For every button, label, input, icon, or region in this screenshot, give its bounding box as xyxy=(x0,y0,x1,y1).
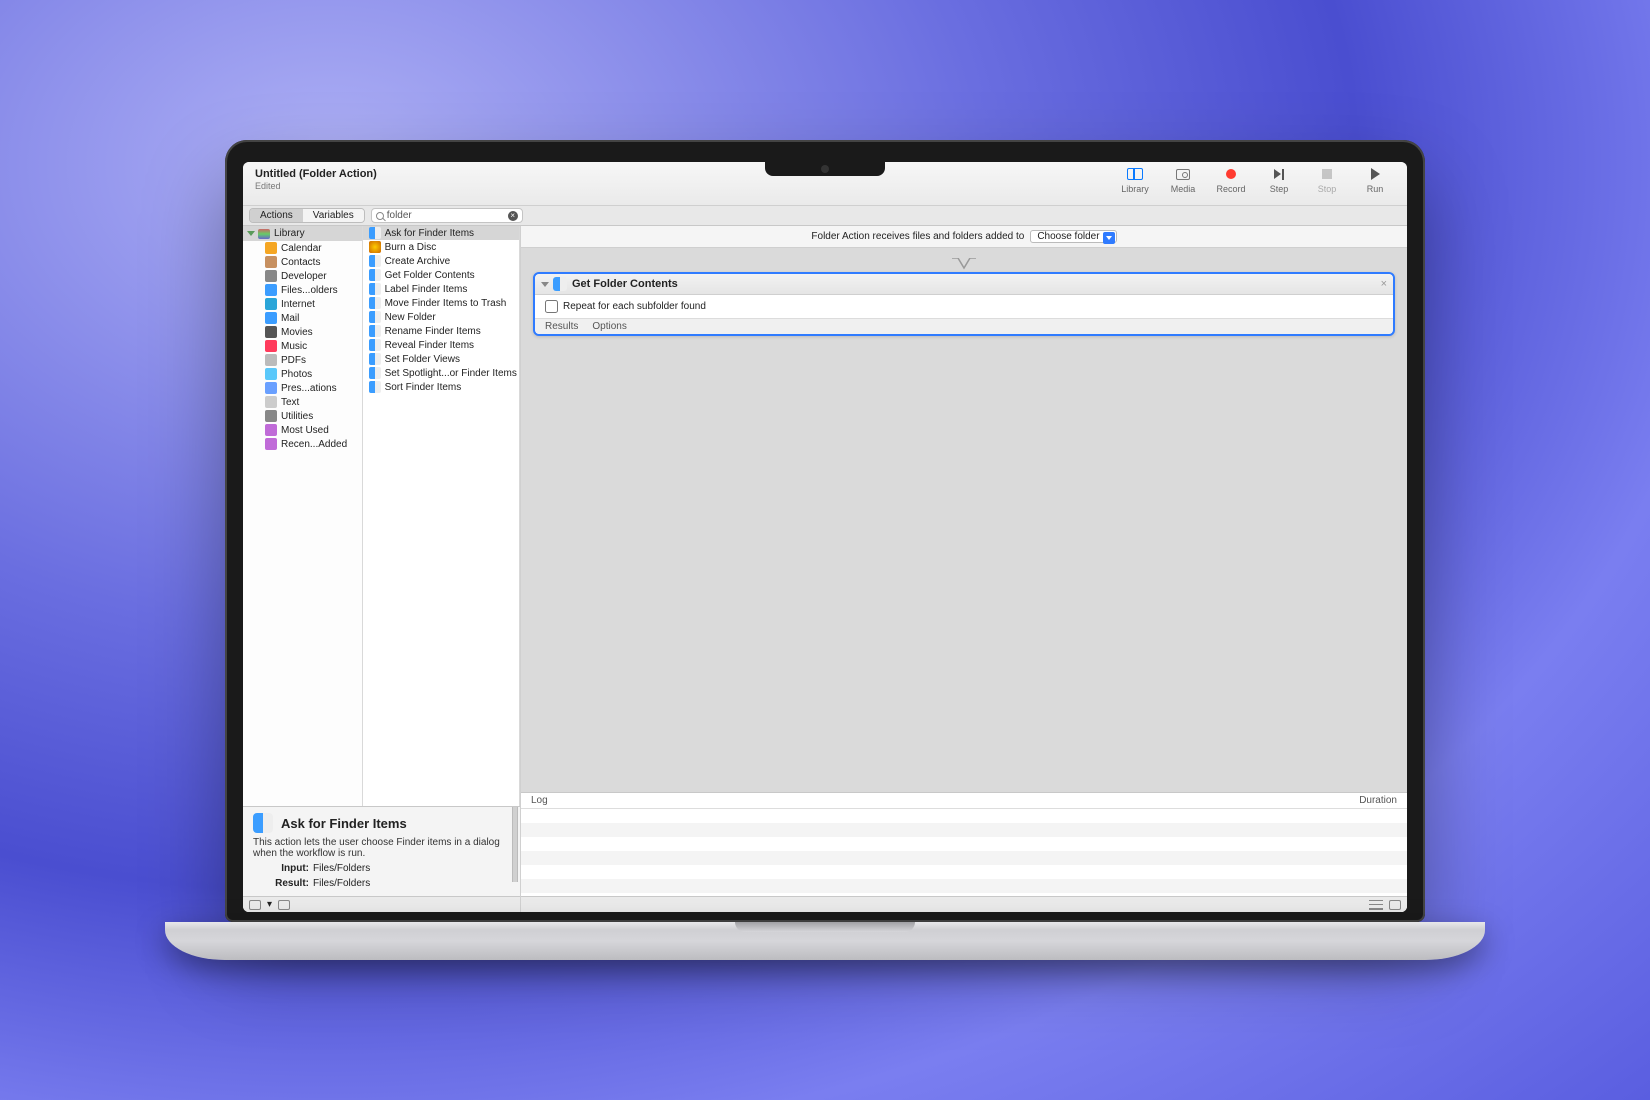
media-icon xyxy=(1176,169,1190,180)
repeat-subfolder-checkbox[interactable] xyxy=(545,300,558,313)
action-item[interactable]: Sort Finder Items xyxy=(363,380,519,394)
library-item[interactable]: PDFs xyxy=(243,353,362,367)
library-list: Library CalendarContactsDeveloperFiles..… xyxy=(243,226,363,806)
clear-search-icon[interactable]: × xyxy=(508,211,518,221)
action-card-title: Get Folder Contents xyxy=(572,278,678,290)
step-button[interactable]: Step xyxy=(1259,166,1299,194)
action-item[interactable]: New Folder xyxy=(363,310,519,324)
library-item[interactable]: Music xyxy=(243,339,362,353)
groups-icon[interactable] xyxy=(278,900,290,910)
action-item[interactable]: Ask for Finder Items xyxy=(363,226,519,240)
duration-column-header: Duration xyxy=(1359,795,1397,806)
stop-button[interactable]: Stop xyxy=(1307,166,1347,194)
workflow-canvas[interactable]: Get Folder Contents × Repeat for each su… xyxy=(521,248,1407,792)
search-input[interactable]: folder × xyxy=(371,208,523,223)
action-item[interactable]: Reveal Finder Items xyxy=(363,338,519,352)
search-value: folder xyxy=(387,210,412,221)
description-title: Ask for Finder Items xyxy=(281,816,407,831)
tab-variables[interactable]: Variables xyxy=(303,209,364,222)
log-rows xyxy=(521,809,1407,896)
library-item[interactable]: Internet xyxy=(243,297,362,311)
run-icon xyxy=(1371,168,1380,180)
window-title: Untitled (Folder Action) xyxy=(255,168,377,180)
disclosure-icon[interactable] xyxy=(541,282,549,287)
action-item[interactable]: Move Finder Items to Trash xyxy=(363,296,519,310)
library-item[interactable]: Utilities xyxy=(243,409,362,423)
library-item[interactable]: Contacts xyxy=(243,255,362,269)
action-card[interactable]: Get Folder Contents × Repeat for each su… xyxy=(533,272,1395,336)
library-item[interactable]: Most Used xyxy=(243,423,362,437)
action-item[interactable]: Burn a Disc xyxy=(363,240,519,254)
bottom-strip-right xyxy=(521,896,1407,912)
library-item[interactable]: Movies xyxy=(243,325,362,339)
options-tab[interactable]: Options xyxy=(592,321,626,332)
list-view-icon[interactable] xyxy=(1369,900,1383,910)
action-item[interactable]: Rename Finder Items xyxy=(363,324,519,338)
library-item[interactable]: Recen...Added xyxy=(243,437,362,451)
repeat-subfolder-label: Repeat for each subfolder found xyxy=(563,301,706,312)
choose-folder-dropdown[interactable]: Choose folder xyxy=(1030,230,1116,243)
library-item[interactable]: Mail xyxy=(243,311,362,325)
action-item[interactable]: Set Spotlight...or Finder Items xyxy=(363,366,519,380)
record-button[interactable]: Record xyxy=(1211,166,1251,194)
action-item[interactable]: Set Folder Views xyxy=(363,352,519,366)
search-icon xyxy=(376,212,384,220)
variables-view-icon[interactable] xyxy=(1389,900,1401,910)
connector-icon xyxy=(952,258,976,272)
gear-icon[interactable] xyxy=(249,900,261,910)
action-item[interactable]: Create Archive xyxy=(363,254,519,268)
disclosure-icon xyxy=(247,231,255,236)
finder-icon xyxy=(253,813,273,833)
library-item[interactable]: Photos xyxy=(243,367,362,381)
close-action-button[interactable]: × xyxy=(1381,278,1387,290)
window-subtitle: Edited xyxy=(255,181,377,191)
media-button[interactable]: Media xyxy=(1163,166,1203,194)
bottom-strip-left: ▾ xyxy=(243,896,520,912)
action-item[interactable]: Label Finder Items xyxy=(363,282,519,296)
action-item[interactable]: Get Folder Contents xyxy=(363,268,519,282)
resizer-handle[interactable] xyxy=(512,807,518,882)
library-button[interactable]: Library xyxy=(1115,166,1155,194)
library-badge-icon xyxy=(258,229,270,239)
library-item[interactable]: Calendar xyxy=(243,241,362,255)
step-icon xyxy=(1274,169,1284,180)
log-column-header: Log xyxy=(531,795,548,806)
actions-list: Ask for Finder ItemsBurn a DiscCreate Ar… xyxy=(363,226,520,806)
library-item[interactable]: Files...olders xyxy=(243,283,362,297)
library-item[interactable]: Developer xyxy=(243,269,362,283)
log-panel: Log Duration xyxy=(521,792,1407,912)
description-text: This action lets the user choose Finder … xyxy=(253,837,510,859)
library-header[interactable]: Library xyxy=(243,226,362,241)
finder-icon xyxy=(553,277,567,291)
workflow-header: Folder Action receives files and folders… xyxy=(521,226,1407,248)
tab-actions[interactable]: Actions xyxy=(250,209,303,222)
library-icon xyxy=(1127,168,1143,180)
record-icon xyxy=(1226,169,1236,179)
results-tab[interactable]: Results xyxy=(545,321,578,332)
description-panel: Ask for Finder Items This action lets th… xyxy=(243,806,520,896)
stop-icon xyxy=(1322,169,1332,179)
dropdown-icon xyxy=(1103,232,1115,244)
library-item[interactable]: Pres...ations xyxy=(243,381,362,395)
library-item[interactable]: Text xyxy=(243,395,362,409)
tab-row: Actions Variables folder × xyxy=(243,206,1407,226)
run-button[interactable]: Run xyxy=(1355,166,1395,194)
automator-window: Untitled (Folder Action) Edited Library … xyxy=(243,162,1407,912)
